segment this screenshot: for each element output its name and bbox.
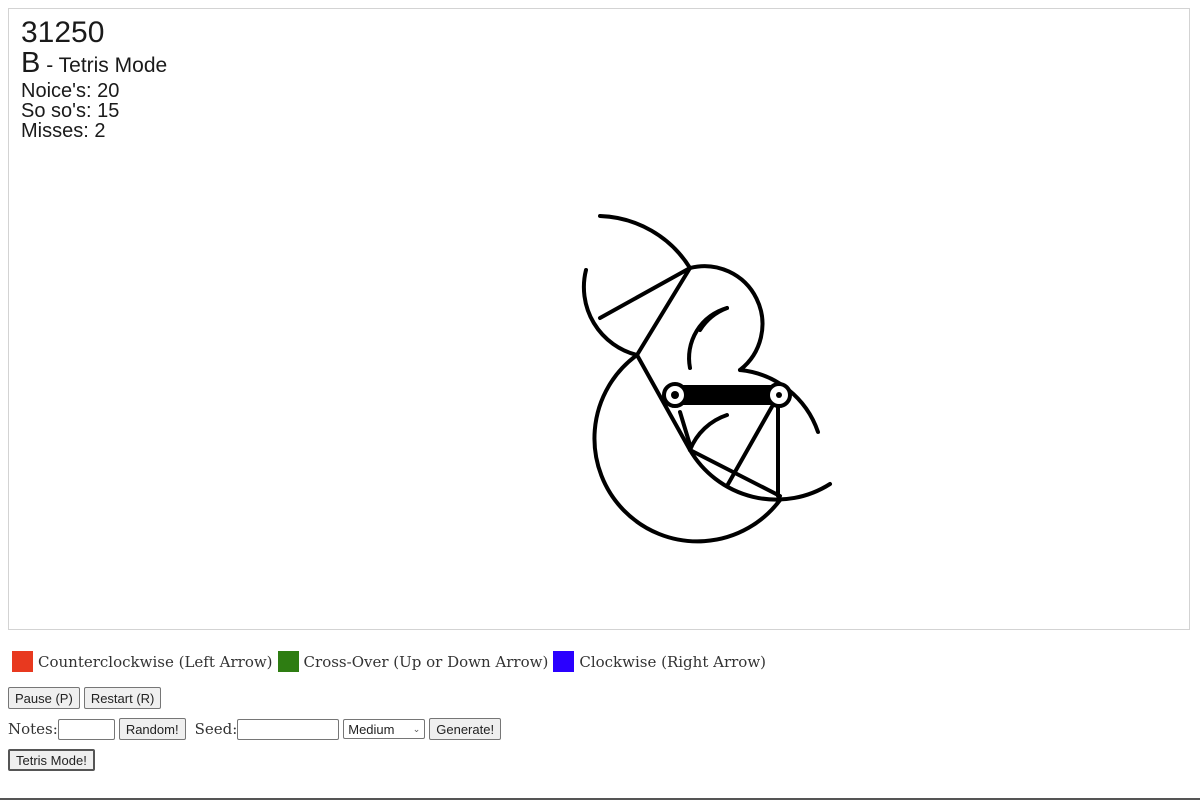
tetris-mode-button[interactable]: Tetris Mode! <box>8 749 95 771</box>
legend-swatch <box>553 651 575 672</box>
legend-item-crossover: Cross-Over (Up or Down Arrow) <box>277 651 549 672</box>
track-arc <box>688 448 832 502</box>
legend-item-counterclockwise: Counterclockwise (Left Arrow) <box>12 651 273 672</box>
legend-swatch <box>12 651 33 672</box>
track-drawing <box>581 214 832 544</box>
track-arc <box>598 214 692 270</box>
seed-label: Seed: <box>194 720 238 738</box>
difficulty-value: Medium <box>348 721 395 737</box>
notes-label: Notes: <box>8 720 58 738</box>
playback-controls: Pause (P) Restart (R) <box>8 687 165 709</box>
track-arc <box>687 306 729 370</box>
notes-input[interactable] <box>57 718 115 740</box>
seed-input[interactable] <box>237 718 340 740</box>
legend-label: Cross-Over (Up or Down Arrow) <box>303 652 549 671</box>
legend-item-clockwise: Clockwise (Right Arrow) <box>553 651 766 672</box>
restart-button[interactable]: Restart (R) <box>83 687 162 709</box>
legend-label: Counterclockwise (Left Arrow) <box>38 652 273 671</box>
legend-label: Clockwise (Right Arrow) <box>579 652 767 671</box>
generate-button[interactable]: Generate! <box>429 718 502 740</box>
chevron-down-icon: ⌄ <box>412 723 421 734</box>
mode-controls: Tetris Mode! <box>8 749 99 771</box>
generator-controls: Notes: Random! Seed: Medium ⌄ Generate! <box>8 718 505 740</box>
pause-button[interactable]: Pause (P) <box>8 687 80 709</box>
difficulty-select[interactable]: Medium ⌄ <box>343 719 426 739</box>
track-arc <box>688 264 765 372</box>
track-chord <box>725 394 780 488</box>
random-button[interactable]: Random! <box>118 718 186 740</box>
legend: Counterclockwise (Left Arrow) Cross-Over… <box>12 651 771 672</box>
player-ball-left <box>662 382 688 408</box>
track-arc <box>688 413 729 452</box>
legend-swatch <box>277 651 299 672</box>
player-ball-right <box>766 382 792 408</box>
